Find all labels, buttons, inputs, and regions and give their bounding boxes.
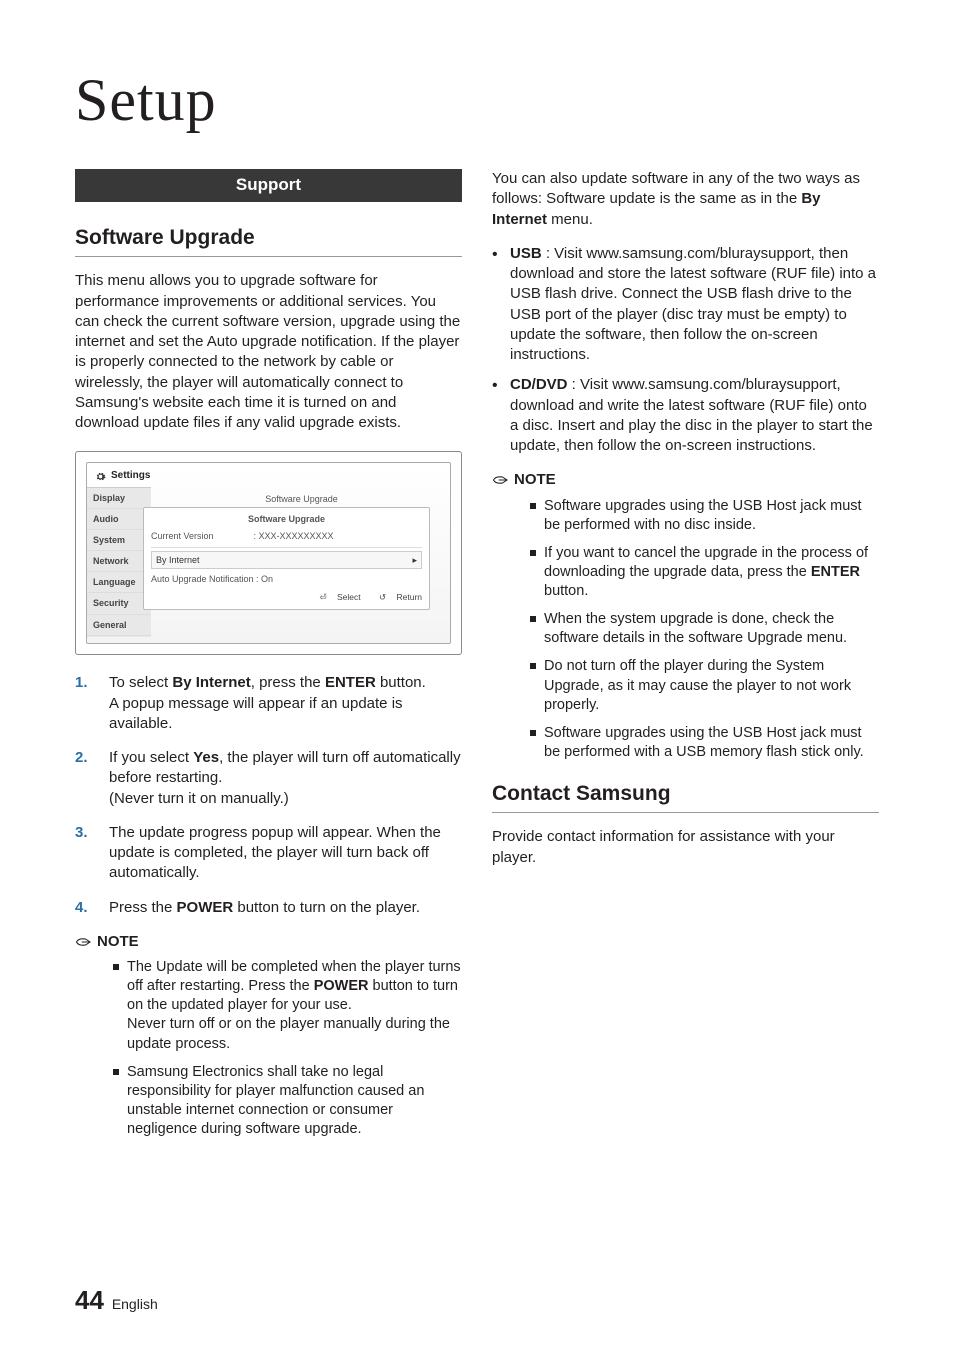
select-hint: ⏎ Select	[312, 592, 361, 602]
note-list-left: The Update will be completed when the pl…	[113, 958, 462, 1139]
procedure-steps: 1. To select By Internet, press the ENTE…	[75, 673, 462, 918]
right-column: You can also update software in any of t…	[492, 169, 879, 1153]
step-2: 2. If you select Yes, the player will tu…	[75, 748, 462, 809]
panel-actions: ⏎ Select ↺ Return	[151, 587, 422, 603]
settings-sidebar: Display Audio System Network Language Se…	[87, 487, 151, 637]
note-item: When the system upgrade is done, check t…	[530, 610, 879, 648]
note-item: Software upgrades using the USB Host jac…	[530, 724, 879, 762]
menu-security[interactable]: Security	[87, 593, 151, 614]
page-number: 44	[75, 1285, 104, 1315]
divider	[151, 547, 422, 548]
menu-display[interactable]: Display	[87, 488, 151, 509]
settings-header: Settings	[87, 463, 450, 487]
contact-text: Provide contact information for assistan…	[492, 827, 879, 868]
auto-upgrade-row[interactable]: Auto Upgrade Notification : On	[151, 571, 422, 587]
software-upgrade-heading: Software Upgrade	[75, 224, 462, 257]
gear-icon	[95, 471, 106, 482]
software-upgrade-panel: Software Upgrade Current Version : XXX-X…	[143, 507, 430, 610]
note-heading-left: NOTE	[75, 932, 462, 952]
enter-icon: ⏎	[320, 592, 327, 602]
menu-language[interactable]: Language	[87, 572, 151, 593]
settings-screenshot: Settings Display Audio System Network La…	[75, 451, 462, 655]
settings-main: Software Upgrade Software Upgrade Curren…	[151, 487, 450, 637]
step-4: 4. Press the POWER button to turn on the…	[75, 898, 462, 918]
hand-icon	[75, 935, 93, 949]
by-internet-option[interactable]: By Internet ▸	[151, 551, 422, 569]
settings-window: Settings Display Audio System Network La…	[86, 462, 451, 644]
note-item: Do not turn off the player during the Sy…	[530, 657, 879, 714]
note-item: Software upgrades using the USB Host jac…	[530, 497, 879, 535]
right-intro: You can also update software in any of t…	[492, 169, 879, 230]
usb-method: USB : Visit www.samsung.com/bluraysuppor…	[492, 244, 879, 366]
support-header: Support	[75, 169, 462, 202]
chevron-right-icon: ▸	[412, 554, 417, 566]
intro-paragraph: This menu allows you to upgrade software…	[75, 271, 462, 433]
breadcrumb: Software Upgrade	[161, 493, 442, 505]
contact-samsung-heading: Contact Samsung	[492, 780, 879, 813]
note-item: If you want to cancel the upgrade in the…	[530, 544, 879, 601]
menu-support[interactable]: Support	[87, 636, 151, 637]
menu-audio[interactable]: Audio	[87, 509, 151, 530]
by-internet-label: By Internet	[156, 554, 200, 566]
note-list-right: Software upgrades using the USB Host jac…	[530, 497, 879, 763]
note-item: The Update will be completed when the pl…	[113, 958, 462, 1054]
two-column-layout: Support Software Upgrade This menu allow…	[75, 169, 879, 1153]
note-item: Samsung Electronics shall take no legal …	[113, 1063, 462, 1140]
note-heading-right: NOTE	[492, 470, 879, 490]
left-column: Support Software Upgrade This menu allow…	[75, 169, 462, 1153]
manual-page: Setup Support Software Upgrade This menu…	[0, 0, 954, 1354]
current-version-row: Current Version : XXX-XXXXXXXXX	[151, 528, 422, 544]
footer-language: English	[112, 1296, 158, 1312]
page-title: Setup	[75, 60, 879, 141]
settings-title: Settings	[111, 469, 150, 483]
settings-body: Display Audio System Network Language Se…	[87, 487, 450, 637]
cddvd-method: CD/DVD : Visit www.samsung.com/bluraysup…	[492, 375, 879, 456]
step-3: 3. The update progress popup will appear…	[75, 823, 462, 884]
return-icon: ↺	[379, 592, 386, 602]
return-hint: ↺ Return	[371, 592, 422, 602]
panel-title: Software Upgrade	[151, 513, 422, 525]
menu-general[interactable]: General	[87, 615, 151, 636]
step-1: 1. To select By Internet, press the ENTE…	[75, 673, 462, 734]
current-version-label: Current Version	[151, 530, 214, 542]
page-footer: 44 English	[75, 1283, 158, 1318]
update-methods: USB : Visit www.samsung.com/bluraysuppor…	[492, 244, 879, 457]
menu-system[interactable]: System	[87, 530, 151, 551]
current-version-value: : XXX-XXXXXXXXX	[254, 530, 334, 542]
menu-network[interactable]: Network	[87, 551, 151, 572]
hand-icon	[492, 473, 510, 487]
